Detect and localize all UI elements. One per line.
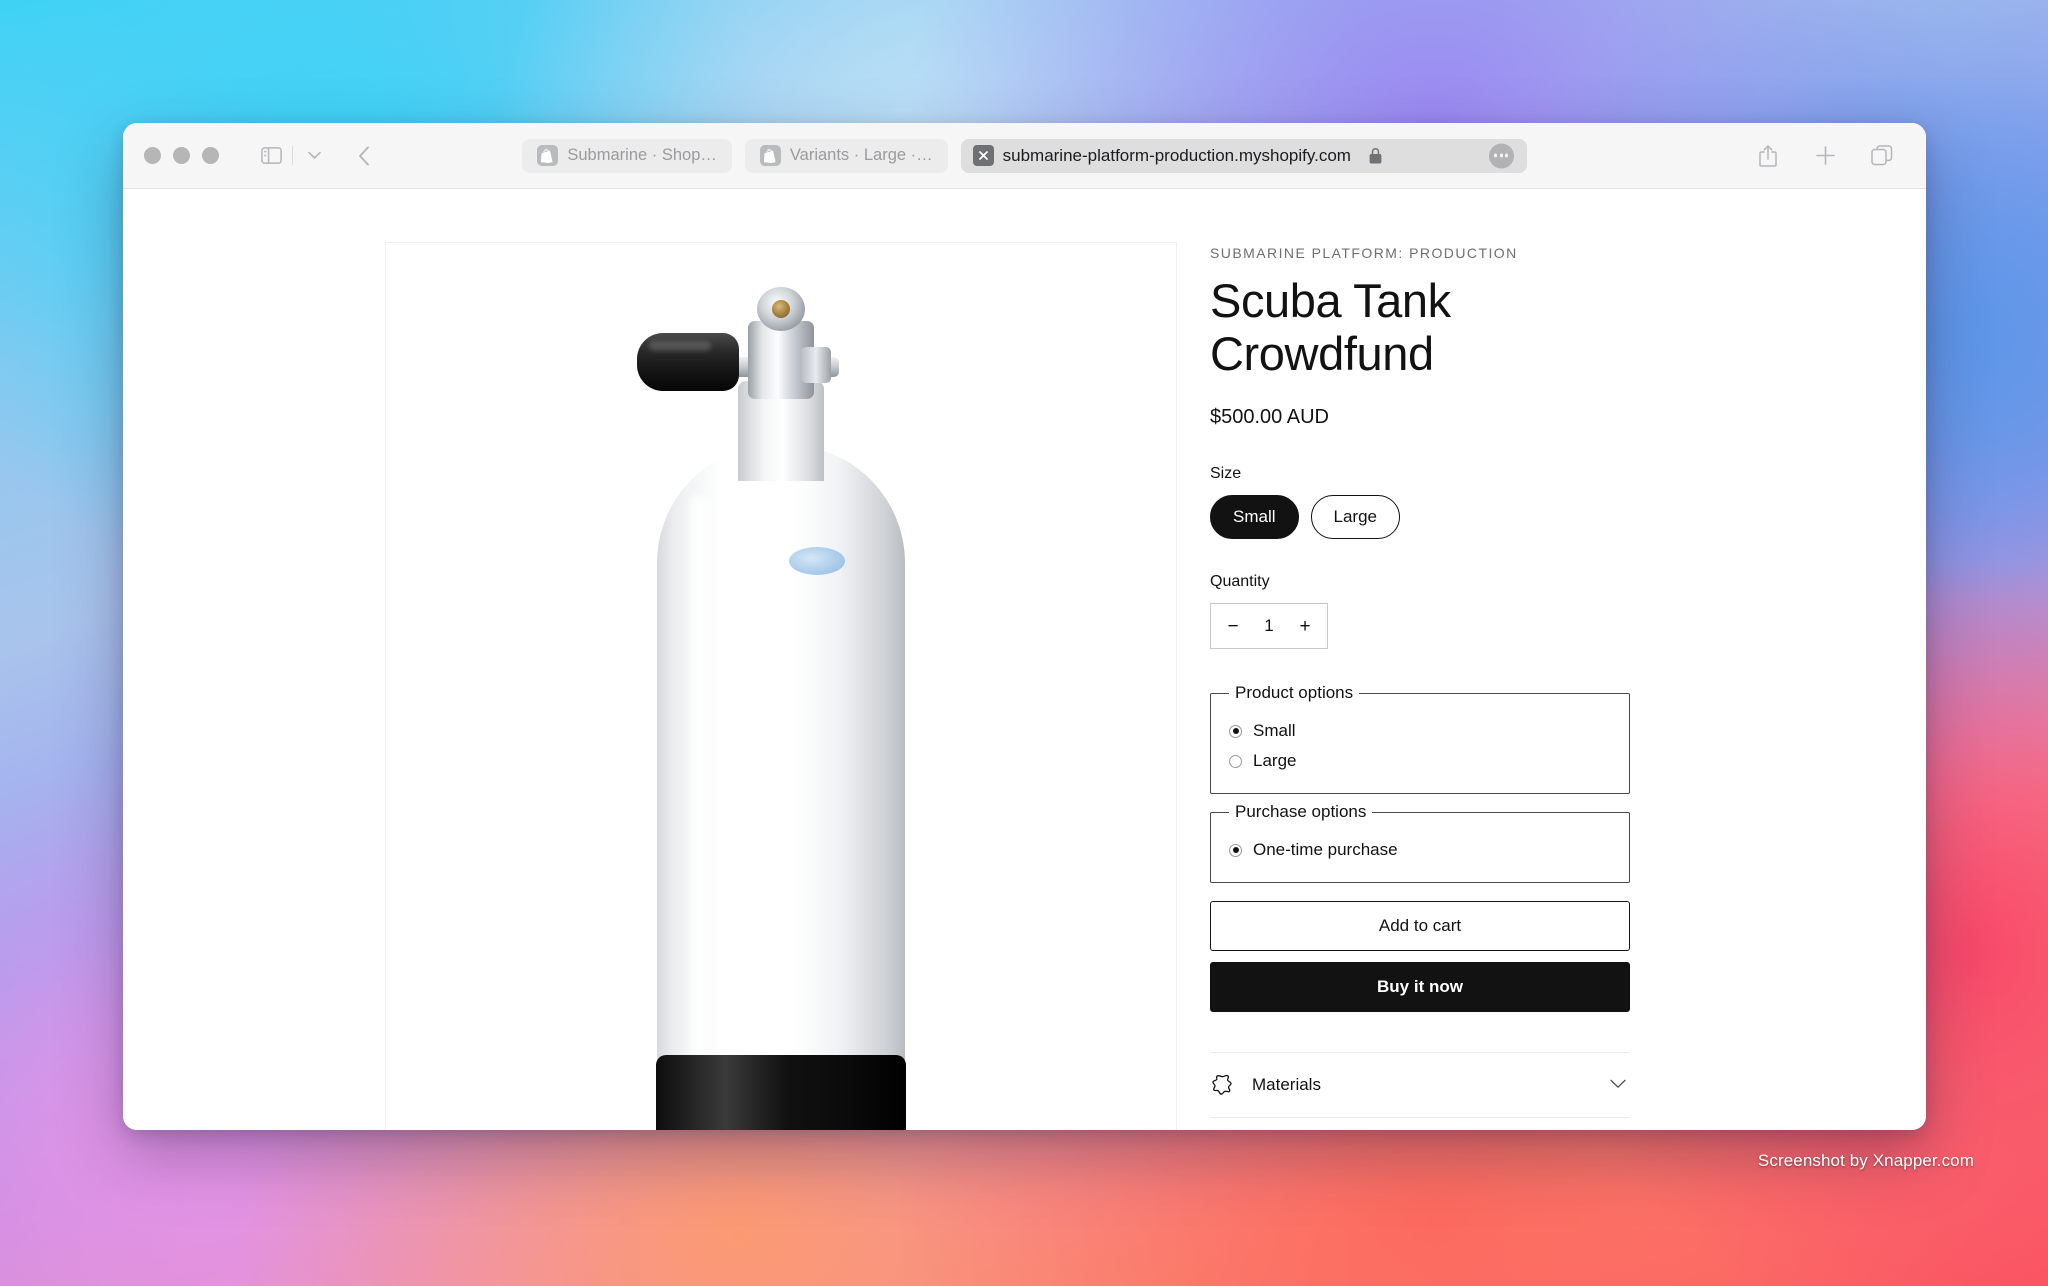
tab-label: Variants · Large ·… [789,146,933,164]
radio-icon[interactable] [1229,724,1242,738]
toolbar-left-controls [253,140,382,172]
product-vendor: SUBMARINE PLATFORM: PRODUCTION [1210,245,1518,261]
shopify-icon [759,145,781,166]
quantity-increase-button[interactable]: + [1297,617,1313,636]
product-image[interactable] [385,242,1177,1130]
size-option-large[interactable]: Large [1310,495,1400,540]
product-info-column: SUBMARINE PLATFORM: PRODUCTION Scuba Tan… [1210,189,1630,1130]
share-icon[interactable] [1750,140,1786,172]
toolbar-right-controls [1750,140,1900,172]
valve-knob [637,333,739,391]
purchase-option-one-time[interactable]: One-time purchase [1229,835,1613,865]
radio-icon[interactable] [1229,754,1242,768]
add-to-cart-button[interactable]: Add to cart [1210,901,1630,952]
sidebar-toggle-icon[interactable] [253,140,289,172]
scuba-tank-illustration [621,265,941,1130]
purchase-options-fieldset: Purchase options One-time purchase [1210,802,1630,884]
size-label: Size [1210,465,1242,483]
tab-submarine-shop[interactable]: Submarine · Shop… [522,138,732,173]
tank-sticker [789,547,845,575]
close-button[interactable] [144,147,161,164]
valve-port [801,347,831,383]
quantity-input[interactable]: 1 [1264,616,1273,636]
ellipsis-icon[interactable] [1488,143,1514,168]
quantity-label: Quantity [1210,573,1270,591]
product-option-large[interactable]: Large [1229,746,1613,776]
purchase-option-label: One-time purchase [1253,840,1398,860]
lock-icon [1369,147,1382,164]
hide-icon [1212,1074,1236,1096]
maximize-button[interactable] [202,147,219,164]
page-content: SUBMARINE PLATFORM: PRODUCTION Scuba Tan… [123,189,1926,1130]
product-options-legend: Product options [1235,683,1354,703]
chevron-down-icon[interactable] [1610,1076,1626,1094]
buy-it-now-button[interactable]: Buy it now [1210,962,1630,1013]
tab-overview-icon[interactable] [1864,140,1900,172]
product-option-label: Small [1253,721,1296,741]
tab-variants-large[interactable]: Variants · Large ·… [744,138,948,173]
minimize-button[interactable] [173,147,190,164]
screenshot-watermark: Screenshot by Xnapper.com [1757,1151,1974,1170]
browser-toolbar: Submarine · Shop… Variants · Large ·… su… [123,123,1926,189]
radio-icon[interactable] [1229,843,1242,857]
toolbar-divider [292,146,293,165]
tab-strip: Submarine · Shop… Variants · Large ·… su… [123,123,1926,188]
quantity-decrease-button[interactable]: − [1225,617,1241,636]
product-accordion: Materials [1210,1052,1630,1130]
accordion-label: Materials [1252,1075,1321,1095]
product-price: $500.00 AUD [1210,406,1329,429]
accordion-item-materials[interactable]: Materials [1210,1052,1630,1117]
window-controls [144,147,219,164]
product-options-fieldset: Product options Small Large [1210,683,1630,795]
url-text: submarine-platform-production.myshopify.… [1002,145,1351,165]
size-selector: Small Large [1210,495,1630,540]
page-title: Scuba Tank Crowdfund [1210,274,1451,380]
accordion-item-shipping-returns[interactable]: Shipping & Returns [1210,1117,1630,1130]
x-favicon [972,145,994,166]
product-option-label: Large [1253,751,1297,771]
safari-window: Submarine · Shop… Variants · Large ·… su… [123,123,1926,1130]
purchase-options-legend: Purchase options [1235,802,1367,822]
sidebar-dropdown-chevron-down-icon[interactable] [296,140,332,172]
shopify-icon [537,145,559,166]
quantity-stepper: − 1 + [1210,603,1328,650]
valve-top [757,287,805,331]
tab-label: Submarine · Shop… [567,146,717,164]
plus-icon[interactable] [1807,140,1843,172]
back-chevron-icon[interactable] [346,140,382,172]
address-bar[interactable]: submarine-platform-production.myshopify.… [960,138,1527,173]
product-media-column [123,189,1210,1130]
size-option-small[interactable]: Small [1210,495,1299,540]
tank-boot [656,1055,906,1130]
product-option-small[interactable]: Small [1229,716,1613,746]
tank-highlight [683,495,717,1115]
